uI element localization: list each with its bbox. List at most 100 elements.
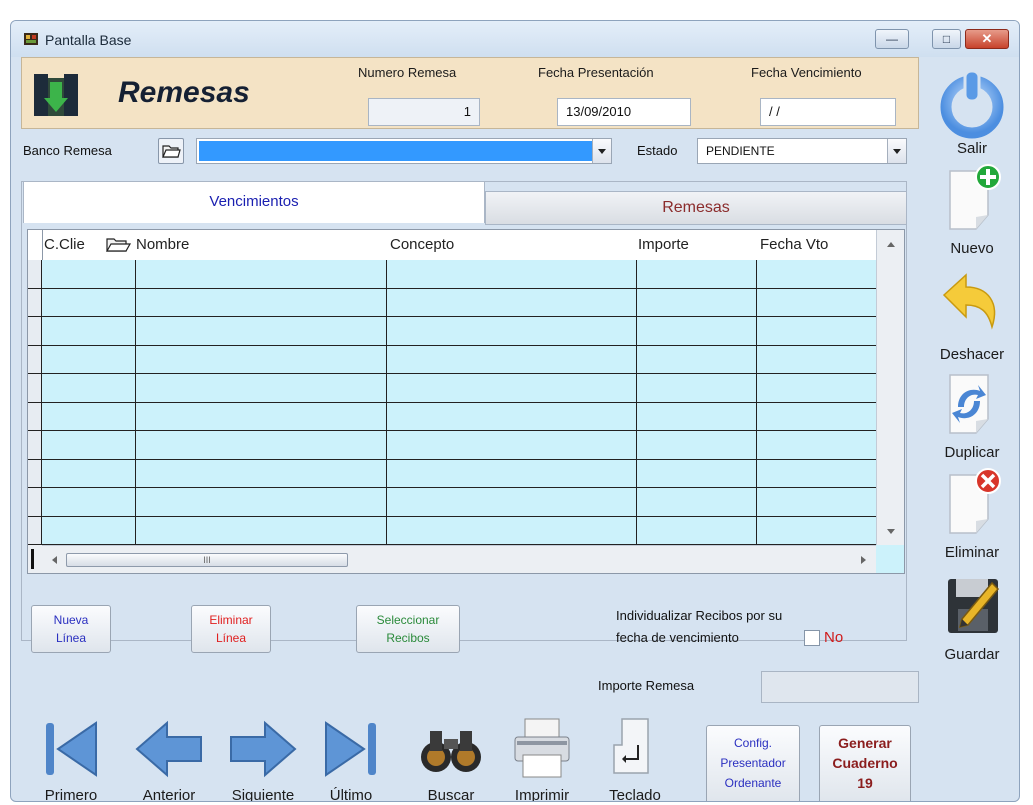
config-label-2: Presentador <box>720 756 786 770</box>
config-presentador-button[interactable]: Config. Presentador Ordenante <box>706 725 800 801</box>
teclado-button[interactable]: Teclado <box>595 715 675 802</box>
grid-row-divider <box>28 459 876 460</box>
estado-value: PENDIENTE <box>706 144 775 158</box>
tab-vencimientos[interactable]: Vencimientos <box>23 181 485 223</box>
individualizar-check-label: No <box>824 629 844 646</box>
vencimientos-grid[interactable]: C.Clie Nombre Concepto Importe Fecha Vto <box>27 229 905 574</box>
maximize-button[interactable]: □ <box>932 29 961 49</box>
siguiente-button[interactable]: Siguiente <box>219 715 307 802</box>
new-document-icon <box>949 164 1001 230</box>
first-record-icon <box>46 721 97 777</box>
banco-remesa-select[interactable] <box>196 138 612 164</box>
guardar-button[interactable]: Guardar <box>924 569 1019 663</box>
seleccionar-recibos-label-1: Seleccionar <box>376 613 440 627</box>
buscar-button[interactable]: Buscar <box>413 715 489 802</box>
chevron-down-icon[interactable] <box>592 139 611 163</box>
eliminar-linea-label-1: Eliminar <box>209 613 253 627</box>
duplicar-button[interactable]: Duplicar <box>924 367 1019 461</box>
siguiente-label: Siguiente <box>231 787 295 802</box>
grid-row-divider <box>28 316 876 317</box>
app-icon <box>24 33 38 45</box>
fecha-vencimiento-label: Fecha Vencimiento <box>751 65 862 80</box>
guardar-label: Guardar <box>944 646 1000 663</box>
primero-label: Primero <box>44 787 98 802</box>
scroll-up-icon[interactable] <box>886 240 896 248</box>
grid-row-divider <box>28 402 876 403</box>
exit-door-logo-icon <box>34 74 78 116</box>
arrow-right-icon <box>230 720 297 778</box>
title-bar: Pantalla Base — □ ✕ <box>11 21 1019 57</box>
fecha-presentacion-field[interactable]: 13/09/2010 <box>557 98 691 126</box>
fecha-presentacion-label: Fecha Presentación <box>538 65 654 80</box>
grid-split-marker[interactable] <box>28 545 42 573</box>
eliminar-button[interactable]: Eliminar <box>924 467 1019 561</box>
config-label-1: Config. <box>733 736 773 750</box>
teclado-label: Teclado <box>609 787 661 802</box>
numero-remesa-field[interactable]: 1 <box>368 98 480 126</box>
scroll-grip: III <box>203 555 211 565</box>
arrow-left-icon <box>135 720 202 778</box>
page-title: Remesas <box>118 76 250 109</box>
eliminar-linea-label-2: Línea <box>215 631 247 645</box>
fecha-vencimiento-field[interactable]: / / <box>760 98 896 126</box>
imprimir-button[interactable]: Imprimir <box>497 715 587 802</box>
main-window: Pantalla Base — □ ✕ Remesas Numero Remes… <box>10 20 1020 802</box>
nueva-linea-label-2: Línea <box>55 631 87 645</box>
banco-remesa-label: Banco Remesa <box>23 143 112 158</box>
scroll-right-icon[interactable] <box>860 555 868 565</box>
estado-select[interactable]: PENDIENTE <box>697 138 907 164</box>
primero-button[interactable]: Primero <box>31 715 111 802</box>
banco-selected-highlight <box>199 141 593 161</box>
eliminar-linea-button[interactable]: Eliminar Línea <box>191 605 271 653</box>
grid-row-divider <box>28 345 876 346</box>
deshacer-button[interactable]: Deshacer <box>924 269 1019 363</box>
generar-cuaderno-button[interactable]: Generar Cuaderno 19 <box>819 725 911 801</box>
seleccionar-recibos-button[interactable]: Seleccionar Recibos <box>356 605 460 653</box>
header-panel: Remesas Numero Remesa 1 Fecha Presentaci… <box>21 57 919 129</box>
buscar-label: Buscar <box>427 787 475 802</box>
individualizar-label-1: Individualizar Recibos por su <box>616 608 783 623</box>
column-header-cclie[interactable]: C.Clie <box>44 230 85 260</box>
folder-open-icon <box>162 145 181 158</box>
column-header-importe[interactable]: Importe <box>638 230 689 260</box>
imprimir-label: Imprimir <box>514 787 570 802</box>
ultimo-button[interactable]: Último <box>316 715 386 801</box>
nuevo-label: Nuevo <box>950 240 994 257</box>
grid-row-divider <box>28 373 876 374</box>
close-button[interactable]: ✕ <box>965 29 1009 49</box>
generar-label-3: 19 <box>857 775 873 791</box>
scroll-left-icon[interactable] <box>50 555 58 565</box>
deshacer-label: Deshacer <box>939 346 1005 363</box>
generar-label-2: Cuaderno <box>832 755 898 771</box>
importe-remesa-field <box>761 671 919 703</box>
printer-icon <box>514 718 570 778</box>
banco-open-button[interactable] <box>158 138 184 164</box>
tab-remesas[interactable]: Remesas <box>485 191 907 225</box>
minimize-button[interactable]: — <box>875 29 909 49</box>
folder-open-icon[interactable] <box>104 235 132 255</box>
salir-button[interactable]: Salir <box>924 67 1019 157</box>
grid-row-divider <box>28 430 876 431</box>
horizontal-scroll-thumb[interactable]: III <box>66 553 348 567</box>
individualizar-checkbox[interactable] <box>804 630 820 646</box>
nuevo-button[interactable]: Nuevo <box>924 163 1019 257</box>
grid-row-divider <box>28 516 876 517</box>
column-header-nombre[interactable]: Nombre <box>136 230 189 260</box>
nueva-linea-label-1: Nueva <box>53 613 89 627</box>
scroll-down-icon[interactable] <box>886 528 896 536</box>
column-header-concepto[interactable]: Concepto <box>390 230 454 260</box>
anterior-label: Anterior <box>142 787 196 802</box>
chevron-down-icon[interactable] <box>887 139 906 163</box>
scrollbar-corner <box>876 545 904 573</box>
generar-label-1: Generar <box>838 735 892 751</box>
nueva-linea-button[interactable]: Nueva Línea <box>31 605 111 653</box>
vertical-scrollbar[interactable] <box>876 230 904 545</box>
enter-key-icon <box>613 718 649 774</box>
anterior-button[interactable]: Anterior <box>129 715 209 802</box>
grid-row-selector-header <box>28 230 43 260</box>
horizontal-scrollbar[interactable]: III <box>42 545 876 573</box>
column-header-fecha-vto[interactable]: Fecha Vto <box>760 230 828 260</box>
config-label-3: Ordenante <box>724 776 782 790</box>
maximize-icon: □ <box>942 32 951 46</box>
grid-header: C.Clie Nombre Concepto Importe Fecha Vto <box>28 230 888 261</box>
